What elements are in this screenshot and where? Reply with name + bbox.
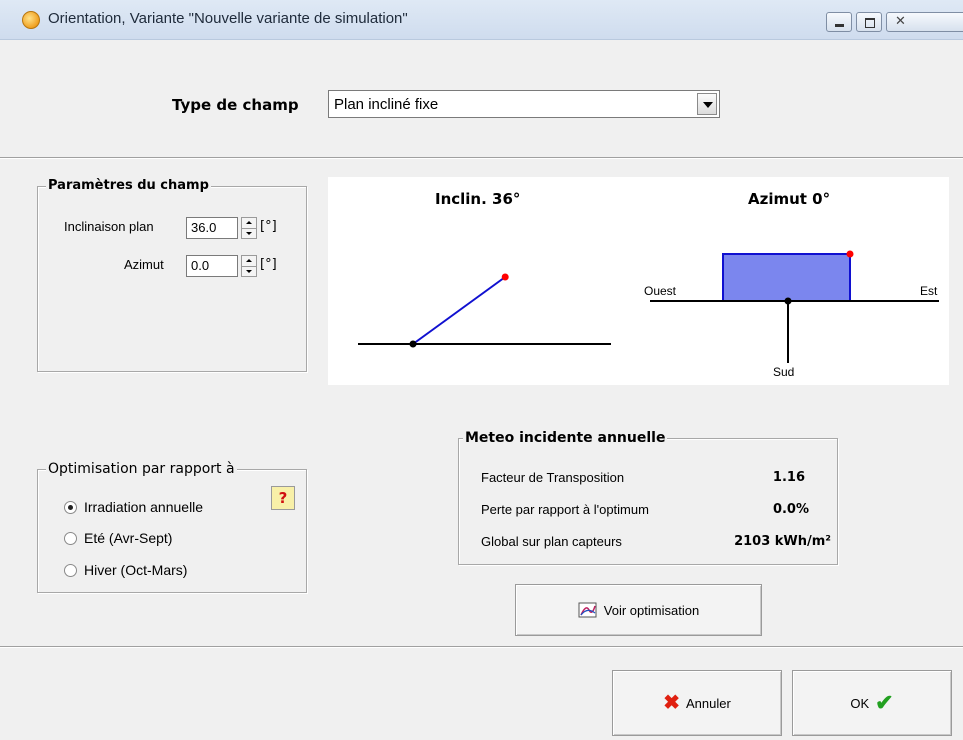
close-icon: ✖ <box>663 692 680 714</box>
minimize-button[interactable] <box>826 12 852 32</box>
azimuth-spinner[interactable] <box>241 255 257 277</box>
title-bar: Orientation, Variante "Nouvelle variante… <box>0 0 963 40</box>
tilt-label: Inclinaison plan <box>64 219 154 234</box>
field-type-label: Type de champ <box>172 96 299 114</box>
meteo-group: Meteo incidente annuelle Facteur de Tran… <box>458 430 838 565</box>
azimuth-input[interactable]: 0.0 <box>186 255 238 277</box>
azimuth-label: Azimut <box>124 257 164 272</box>
view-optimisation-label: Voir optimisation <box>603 602 700 618</box>
field-type-value: Plan incliné fixe <box>334 96 439 113</box>
chevron-down-icon[interactable] <box>697 93 717 115</box>
meteo-label: Facteur de Transposition <box>481 470 625 485</box>
top-divider <box>0 157 963 159</box>
radio-label: Hiver (Oct-Mars) <box>84 562 188 578</box>
app-icon <box>22 11 40 29</box>
help-button[interactable]: ? <box>271 486 295 510</box>
tilt-input[interactable]: 36.0 <box>186 217 238 239</box>
close-button[interactable] <box>886 12 963 32</box>
optimisation-title: Optimisation par rapport à <box>46 461 237 477</box>
tilt-pivot-point <box>409 340 417 348</box>
cancel-button[interactable]: ✖ Annuler <box>612 670 782 736</box>
orientation-diagram: Inclin. 36° Azimut 0° Ouest Est Sud <box>328 177 949 385</box>
checkmark-icon: ✔ <box>875 690 894 715</box>
field-type-select[interactable]: Plan incliné fixe <box>328 90 720 118</box>
bottom-divider <box>0 646 963 648</box>
radio-button[interactable] <box>64 564 77 577</box>
ok-label: OK <box>850 695 870 711</box>
window-title: Orientation, Variante "Nouvelle variante… <box>48 10 408 27</box>
field-params-title: Paramètres du champ <box>46 178 211 193</box>
field-params-group: Paramètres du champ Inclinaison plan 36.… <box>37 178 307 372</box>
ok-button[interactable]: OK ✔ <box>792 670 952 736</box>
azimuth-unit: [°] <box>260 257 277 272</box>
radio-button[interactable] <box>64 501 77 514</box>
east-label: Est <box>920 284 938 298</box>
chart-icon <box>578 601 598 619</box>
tilt-unit: [°] <box>260 219 277 234</box>
meteo-value: 0.0% <box>772 502 809 517</box>
meteo-label: Perte par rapport à l'optimum <box>481 502 649 517</box>
tilt-plane-line <box>412 276 506 345</box>
meteo-value: 2103 kWh/m² <box>734 534 831 549</box>
meteo-value: 1.16 <box>772 470 805 485</box>
radio-button[interactable] <box>64 532 77 545</box>
maximize-button[interactable] <box>856 12 882 32</box>
cancel-label: Annuler <box>685 695 731 711</box>
south-label: Sud <box>773 365 795 379</box>
azimuth-center-point <box>784 297 792 305</box>
meteo-title: Meteo incidente annuelle <box>463 430 668 446</box>
west-label: Ouest <box>644 284 677 298</box>
orientation-svg <box>358 250 939 363</box>
meteo-label: Global sur plan capteurs <box>481 534 622 549</box>
tilt-tip-marker <box>501 273 509 281</box>
radio-label: Eté (Avr-Sept) <box>84 530 173 546</box>
azimuth-plane-rect <box>722 253 851 302</box>
radio-label: Irradiation annuelle <box>84 499 204 515</box>
azimuth-corner-marker <box>846 250 854 258</box>
view-optimisation-button[interactable]: Voir optimisation <box>515 584 762 636</box>
tilt-spinner[interactable] <box>241 217 257 239</box>
